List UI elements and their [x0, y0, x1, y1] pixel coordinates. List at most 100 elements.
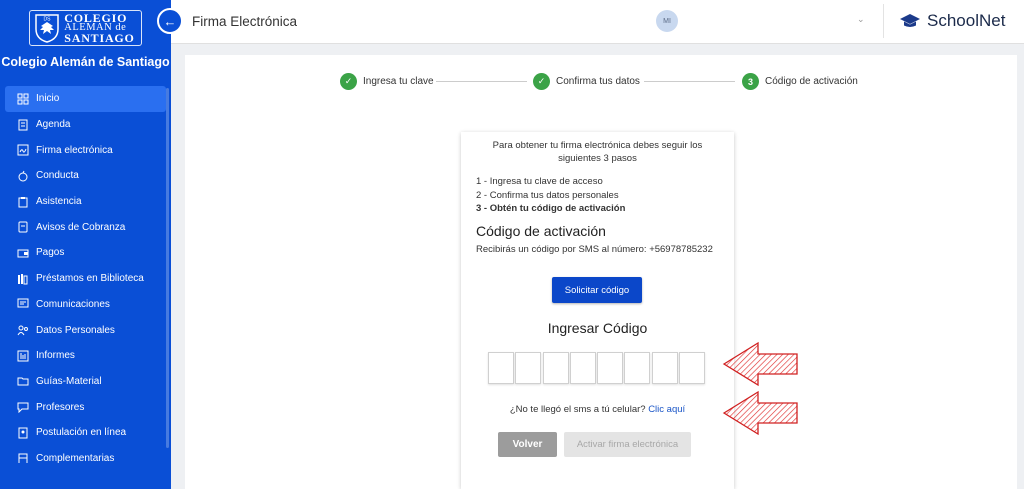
request-code-button[interactable]: Solicitar código: [552, 277, 642, 303]
sidebar-scrollbar[interactable]: [166, 88, 169, 448]
eagle-crest-icon: DS: [35, 14, 60, 43]
sidebar-item-label: Conducta: [36, 170, 79, 182]
message-icon: [17, 298, 29, 310]
code-digit-input[interactable]: [597, 352, 624, 384]
book-icon: [17, 119, 29, 131]
step-2-label: Confirma tus datos: [556, 76, 640, 87]
sidebar-item-avisos-de-cobranza[interactable]: Avisos de Cobranza: [0, 214, 171, 240]
annotation-arrow-icon: [722, 341, 798, 387]
resend-link[interactable]: Clic aquí: [648, 404, 685, 415]
sidebar-item-inicio[interactable]: Inicio: [5, 86, 166, 112]
school-name: Colegio Alemán de Santiago: [1, 55, 170, 69]
code-title: Ingresar Código: [547, 320, 648, 336]
code-digit-input[interactable]: [542, 352, 569, 384]
users-icon: [17, 324, 29, 336]
sidebar-item-label: Inicio: [36, 93, 60, 105]
code-input-group: [488, 352, 706, 384]
sidebar-item-label: Postulación en línea: [36, 427, 127, 439]
stepper-connector: [644, 81, 735, 82]
collapse-sidebar-button[interactable]: ←: [157, 8, 183, 34]
sidebar-item-label: Firma electrónica: [36, 144, 113, 156]
sidebar-item-label: Préstamos en Biblioteca: [36, 273, 144, 285]
step-3-label: Código de activación: [765, 76, 858, 87]
arrow-left-icon: ←: [163, 13, 177, 29]
sidebar-item-guias-material[interactable]: Guías-Material: [0, 369, 171, 395]
invoice-icon: [17, 221, 29, 233]
activation-title: Código de activación: [476, 223, 606, 239]
topbar-divider: [883, 4, 884, 38]
step-3-number: 3: [742, 73, 759, 90]
sidebar-item-pagos[interactable]: Pagos: [0, 240, 171, 266]
topbar: Firma Electrónica MI ⌄ SchoolNet: [171, 0, 1024, 44]
step-1: ✓ Ingresa tu clave: [340, 73, 434, 90]
activation-description: Recibirás un código por SMS al número: +…: [476, 244, 713, 255]
sms-question-text: ¿No te llegó el sms a tú celular?: [509, 404, 646, 415]
apple-icon: [17, 170, 29, 182]
graduation-cap-icon: [900, 14, 920, 27]
steps-list: 1 - Ingresa tu clave de acceso 2 - Confi…: [476, 175, 625, 216]
sidebar-item-label: Asistencia: [36, 196, 82, 208]
annotation-arrow-icon: [722, 390, 798, 436]
sidebar-item-informes[interactable]: Informes: [0, 343, 171, 369]
sidebar-item-conducta[interactable]: Conducta: [0, 163, 171, 189]
activation-card: Para obtener tu firma electrónica debes …: [461, 132, 734, 489]
chat-icon: [17, 401, 29, 414]
instruction-step-3: 3 - Obtén tu código de activación: [476, 203, 626, 214]
sms-question: ¿No te llegó el sms a tú celular? Clic a…: [461, 404, 734, 415]
report-icon: [17, 350, 29, 362]
brand-logo: SchoolNet: [899, 11, 1005, 31]
chevron-down-icon[interactable]: ⌄: [857, 14, 865, 25]
sidebar-item-comunicaciones[interactable]: Comunicaciones: [0, 292, 171, 318]
stepper-connector: [436, 81, 527, 82]
step-2: ✓ Confirma tus datos: [533, 73, 640, 90]
page-title: Firma Electrónica: [192, 14, 298, 29]
sidebar-item-label: Comunicaciones: [36, 298, 110, 310]
sidebar-item-postulacion-en-linea[interactable]: Postulación en línea: [0, 420, 171, 446]
code-digit-input[interactable]: [651, 352, 678, 384]
step-1-label: Ingresa tu clave: [363, 76, 434, 87]
grid-icon: [17, 93, 29, 105]
sidebar-item-datos-personales[interactable]: Datos Personales: [0, 317, 171, 343]
sidebar-item-asistencia[interactable]: Asistencia: [0, 189, 171, 215]
back-button[interactable]: Volver: [498, 432, 557, 457]
sidebar: DS COLEGIO ALEMAN de SANTIAGO Colegio Al…: [0, 0, 171, 489]
code-digit-input[interactable]: [679, 352, 706, 384]
signature-icon: [17, 144, 29, 156]
code-digit-input[interactable]: [569, 352, 596, 384]
brand-name: SchoolNet: [927, 11, 1006, 30]
sidebar-menu: Inicio Agenda Firma electrónica Conducta Asi…: [0, 86, 171, 471]
sidebar-item-label: Complementarias: [36, 452, 115, 464]
activity-icon: [17, 452, 29, 464]
sidebar-item-firma-electronica[interactable]: Firma electrónica: [0, 137, 171, 163]
sidebar-item-label: Guías-Material: [36, 375, 102, 387]
check-icon: ✓: [533, 73, 550, 90]
stepper: ✓ Ingresa tu clave ✓ Confirma tus datos …: [185, 71, 1017, 91]
code-digit-input[interactable]: [515, 352, 542, 384]
code-digit-input[interactable]: [488, 352, 514, 384]
instruction-step-1: 1 - Ingresa tu clave de acceso: [476, 176, 603, 187]
library-icon: [17, 273, 29, 285]
clipboard-icon: [17, 196, 29, 208]
intro-text: Para obtener tu firma electrónica debes …: [492, 140, 703, 164]
logo-area: DS COLEGIO ALEMAN de SANTIAGO: [0, 0, 171, 52]
sidebar-item-label: Datos Personales: [36, 324, 115, 336]
school-logo[interactable]: DS COLEGIO ALEMAN de SANTIAGO: [29, 10, 142, 46]
check-icon: ✓: [340, 73, 357, 90]
sidebar-item-label: Avisos de Cobranza: [36, 221, 126, 233]
form-icon: [17, 427, 29, 439]
sidebar-item-agenda[interactable]: Agenda: [0, 112, 171, 138]
activate-signature-button[interactable]: Activar firma electrónica: [564, 432, 691, 457]
sidebar-item-label: Agenda: [36, 119, 71, 131]
sidebar-item-prestamos-en-biblioteca[interactable]: Préstamos en Biblioteca: [0, 266, 171, 292]
wallet-icon: [17, 247, 29, 259]
sidebar-item-label: Profesores: [36, 401, 85, 413]
sidebar-item-complementarias[interactable]: Complementarias: [0, 446, 171, 472]
sidebar-item-profesores[interactable]: Profesores: [0, 394, 171, 420]
logo-line-3: SANTIAGO: [64, 31, 135, 45]
main-content: ✓ Ingresa tu clave ✓ Confirma tus datos …: [185, 55, 1017, 489]
sidebar-item-label: Informes: [36, 350, 75, 362]
code-digit-input[interactable]: [624, 352, 651, 384]
step-3: 3 Código de activación: [742, 73, 858, 90]
folder-icon: [17, 375, 29, 387]
user-avatar[interactable]: MI: [656, 10, 678, 32]
